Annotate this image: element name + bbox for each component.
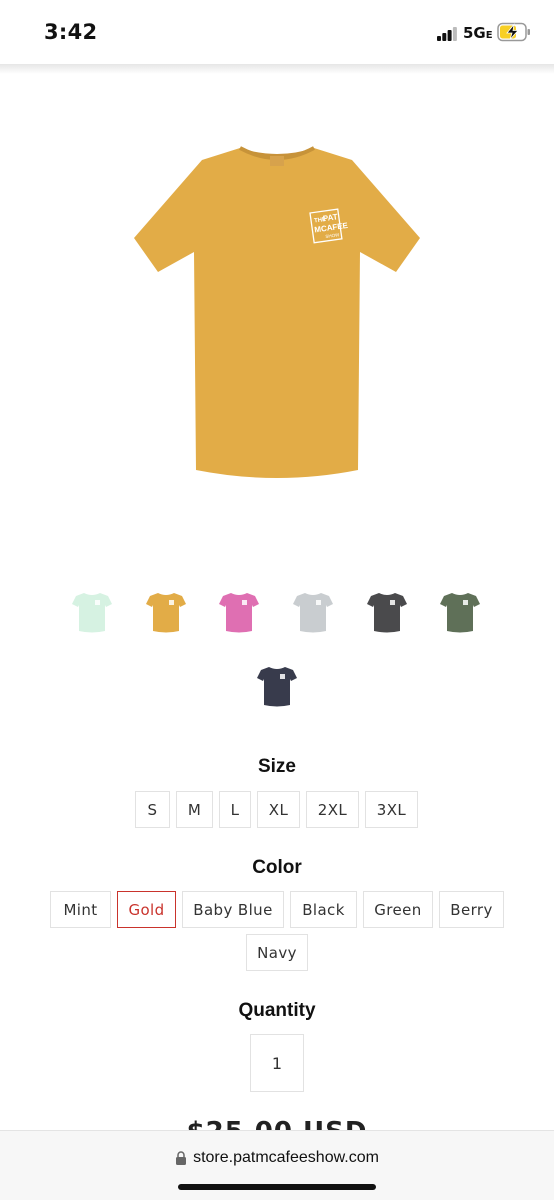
- thumbnail-logo: [390, 600, 395, 605]
- home-indicator[interactable]: [178, 1184, 376, 1190]
- thumbnail-navy[interactable]: [257, 664, 297, 708]
- product-hero-image[interactable]: THE PAT MCAFEE SHOW: [120, 140, 434, 490]
- thumbnail-logo: [242, 600, 247, 605]
- thumbnail-shirt-shape: [257, 667, 297, 707]
- thumbnail-shirt-shape: [440, 593, 480, 633]
- size-option-xl[interactable]: XL: [257, 791, 300, 828]
- thumbnail-shirt-shape: [293, 593, 333, 633]
- color-option-berry[interactable]: Berry: [439, 891, 504, 928]
- quantity-label: Quantity: [238, 1000, 316, 1021]
- color-option-mint[interactable]: Mint: [50, 891, 111, 928]
- thumbnail-shirt-shape: [72, 593, 112, 633]
- size-option-s[interactable]: S: [135, 791, 170, 828]
- network-type: 5GE: [463, 24, 493, 42]
- color-option-navy[interactable]: Navy: [246, 934, 308, 971]
- size-option-m[interactable]: M: [176, 791, 213, 828]
- color-option-baby-blue[interactable]: Baby Blue: [182, 891, 284, 928]
- thumbnail-baby-blue[interactable]: [293, 590, 333, 634]
- url-container[interactable]: store.patmcafeeshow.com: [0, 1149, 554, 1167]
- url-text[interactable]: store.patmcafeeshow.com: [193, 1149, 379, 1167]
- browser-url-bar[interactable]: store.patmcafeeshow.com: [0, 1130, 554, 1200]
- size-label: Size: [257, 756, 297, 777]
- size-option-2xl[interactable]: 2XL: [306, 791, 359, 828]
- thumbnail-logo: [280, 674, 285, 679]
- battery-charging-icon: [497, 22, 530, 42]
- status-time: 3:42: [44, 20, 98, 44]
- thumbnail-logo: [463, 600, 468, 605]
- thumbnail-shirt-shape: [146, 593, 186, 633]
- thumbnail-shirt-shape: [219, 593, 259, 633]
- status-bar: 3:42 5GE: [0, 0, 554, 64]
- size-option-l[interactable]: L: [219, 791, 251, 828]
- color-option-gold[interactable]: Gold: [117, 891, 176, 928]
- thumbnail-green[interactable]: [440, 590, 480, 634]
- thumbnail-logo: [95, 600, 100, 605]
- color-option-black[interactable]: Black: [290, 891, 357, 928]
- color-label: Color: [252, 857, 302, 878]
- header-shadow: [0, 64, 554, 74]
- color-option-green[interactable]: Green: [363, 891, 433, 928]
- size-option-3xl[interactable]: 3XL: [365, 791, 418, 828]
- thumbnail-mint[interactable]: [72, 590, 112, 634]
- thumbnail-black[interactable]: [367, 590, 407, 634]
- quantity-input[interactable]: 1: [250, 1034, 304, 1092]
- thumbnail-shirt-shape: [367, 593, 407, 633]
- hero-tshirt-shape: [134, 148, 420, 478]
- thumbnail-berry[interactable]: [219, 590, 259, 634]
- thumbnail-gold[interactable]: [146, 590, 186, 634]
- signal-icon: [437, 27, 457, 41]
- thumbnail-logo: [316, 600, 321, 605]
- thumbnail-logo: [169, 600, 174, 605]
- lock-icon: [176, 1151, 187, 1165]
